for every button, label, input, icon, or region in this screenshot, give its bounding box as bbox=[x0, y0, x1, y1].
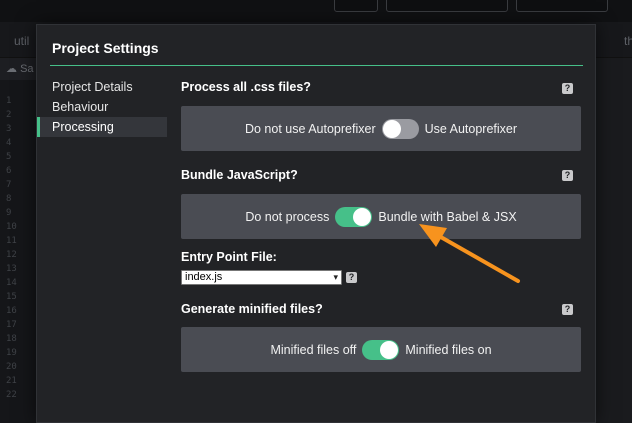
annotation-arrow bbox=[419, 224, 520, 283]
arrow-head bbox=[419, 224, 447, 247]
arrow-shaft bbox=[430, 230, 520, 283]
